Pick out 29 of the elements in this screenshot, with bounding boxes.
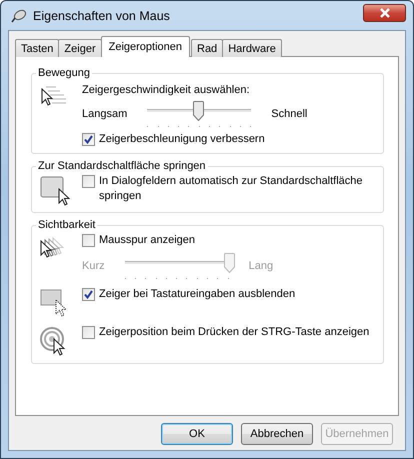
slider-thumb[interactable]: [193, 101, 204, 121]
group-title: Zur Standardschaltfläche springen: [37, 160, 207, 172]
window-title: Eigenschaften von Maus: [33, 8, 171, 22]
group-title: Sichtbarkeit: [37, 219, 96, 231]
slider-min-label: Langsam: [82, 108, 128, 120]
tab[interactable]: Rad: [191, 39, 224, 57]
checkbox-label: Mausspur anzeigen: [99, 233, 196, 248]
tab[interactable]: Tasten: [15, 39, 60, 57]
speed-label: Zeigergeschwindigkeit auswählen:: [82, 83, 251, 96]
checkbox[interactable]: [82, 234, 95, 247]
tab[interactable]: Zeiger: [58, 39, 102, 57]
close-icon: [378, 8, 392, 18]
checkbox[interactable]: [82, 175, 95, 188]
tab[interactable]: Hardware: [222, 39, 282, 57]
checkbox-label: Zeiger bei Tastatureingaben ausblenden: [99, 287, 296, 302]
dialog-button[interactable]: OK: [161, 423, 233, 445]
slider-max-label: Schnell: [271, 108, 308, 120]
checkbox[interactable]: [82, 133, 95, 146]
slider-min-label: Kurz: [82, 260, 105, 272]
checkbox-label: In Dialogfeldern automatisch zur Standardschaltfläche springen: [99, 174, 364, 204]
checkbox[interactable]: [82, 326, 95, 339]
checkbox-label: Zeigerbeschleunigung verbessern: [99, 132, 265, 147]
checkbox[interactable]: [82, 288, 95, 301]
tab[interactable]: Zeigeroptionen: [100, 36, 190, 57]
close-button[interactable]: [363, 4, 406, 22]
group-title: Bewegung: [37, 67, 91, 79]
dialog-button[interactable]: Abbrechen: [241, 423, 313, 445]
slider-max-label: Lang: [248, 260, 274, 272]
checkbox-label: Zeigerposition beim Drücken der STRG-Taste anzeigen: [99, 325, 370, 340]
